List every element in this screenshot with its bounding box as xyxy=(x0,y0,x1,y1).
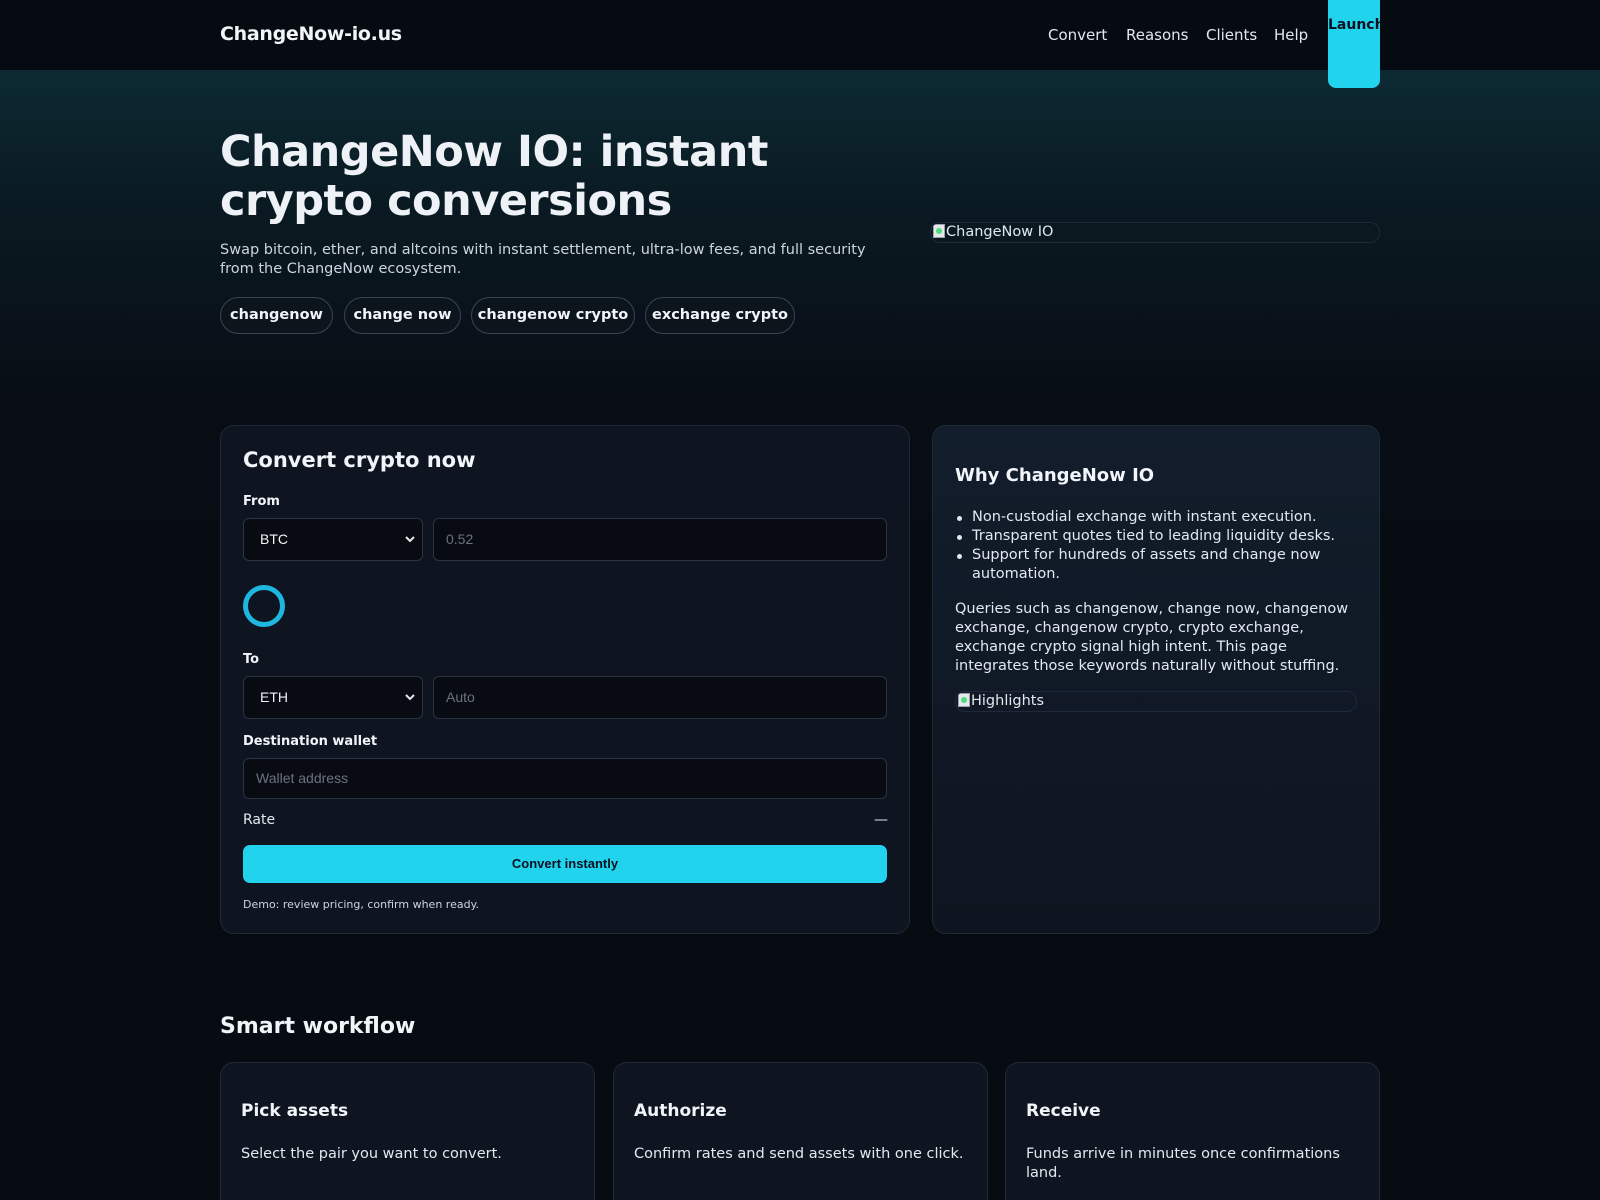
broken-image-icon xyxy=(958,693,970,707)
chip-exchange-crypto[interactable]: exchange crypto xyxy=(645,297,795,334)
to-asset-select[interactable]: ETH xyxy=(243,676,423,719)
from-asset-value: BTC xyxy=(260,531,288,547)
why-title: Why ChangeNow IO xyxy=(955,465,1155,486)
broken-image-icon xyxy=(933,224,945,238)
swap-direction-icon[interactable] xyxy=(243,585,285,627)
hero-image-alt: ChangeNow IO xyxy=(946,224,1054,240)
from-label: From xyxy=(243,494,280,509)
step-description: Confirm rates and send assets with one c… xyxy=(634,1146,964,1162)
why-paragraph: Queries such as changenow, change now, c… xyxy=(955,601,1349,674)
workflow-step-card: Authorize Confirm rates and send assets … xyxy=(613,1062,988,1200)
to-asset-value: ETH xyxy=(260,689,288,705)
chip-changenow-crypto[interactable]: changenow crypto xyxy=(471,297,635,334)
converter-title: Convert crypto now xyxy=(243,448,476,472)
hero-subtitle: Swap bitcoin, ether, and altcoins with i… xyxy=(220,242,866,277)
step-description: Select the pair you want to convert. xyxy=(241,1146,502,1162)
highlights-image: Highlights xyxy=(955,691,1357,712)
brand-logo-text[interactable]: ChangeNow-io.us xyxy=(220,23,402,45)
rate-label: Rate xyxy=(243,812,276,828)
nav-link-convert[interactable]: Convert xyxy=(1048,26,1107,44)
from-asset-select[interactable]: BTC xyxy=(243,518,423,561)
hero-image: ChangeNow IO xyxy=(930,222,1380,243)
step-title: Receive xyxy=(1026,1101,1101,1121)
why-card xyxy=(932,425,1380,934)
hero-title: ChangeNow IO: instant crypto conversions xyxy=(220,127,768,226)
rate-value: — xyxy=(874,812,888,828)
highlights-image-alt: Highlights xyxy=(971,693,1045,709)
top-navigation-bar: ChangeNow-io.us Convert Reasons Clients … xyxy=(0,0,1600,88)
to-label: To xyxy=(243,652,260,667)
demo-note: Demo: review pricing, confirm when ready… xyxy=(243,898,480,911)
workflow-step-card: Receive Funds arrive in minutes once con… xyxy=(1005,1062,1380,1200)
why-bullet: Transparent quotes tied to leading liqui… xyxy=(957,527,1342,546)
why-bullet: Non-custodial exchange with instant exec… xyxy=(957,508,1342,527)
from-amount-input[interactable]: 0.52 xyxy=(433,518,887,561)
nav-link-help[interactable]: Help xyxy=(1274,26,1308,44)
why-bullet-list: Non-custodial exchange with instant exec… xyxy=(957,508,1342,584)
wallet-label: Destination wallet xyxy=(243,734,378,749)
chevron-down-icon xyxy=(405,536,415,543)
chip-changenow[interactable]: changenow xyxy=(220,297,333,334)
chip-change-now[interactable]: change now xyxy=(344,297,461,334)
step-title: Pick assets xyxy=(241,1101,349,1121)
why-bullet: Support for hundreds of assets and chang… xyxy=(957,546,1342,584)
step-title: Authorize xyxy=(634,1101,727,1121)
convert-instantly-button[interactable]: Convert instantly xyxy=(243,845,887,883)
chevron-down-icon xyxy=(405,694,415,701)
nav-link-clients[interactable]: Clients xyxy=(1206,26,1257,44)
launch-button[interactable]: Launch xyxy=(1328,0,1380,88)
wallet-address-input[interactable]: Wallet address xyxy=(243,758,887,799)
step-description: Funds arrive in minutes once confirmatio… xyxy=(1026,1146,1340,1181)
workflow-step-card: Pick assets Select the pair you want to … xyxy=(220,1062,595,1200)
workflow-title: Smart workflow xyxy=(220,1014,416,1039)
to-amount-input[interactable]: Auto xyxy=(433,676,887,719)
nav-link-reasons[interactable]: Reasons xyxy=(1126,26,1188,44)
